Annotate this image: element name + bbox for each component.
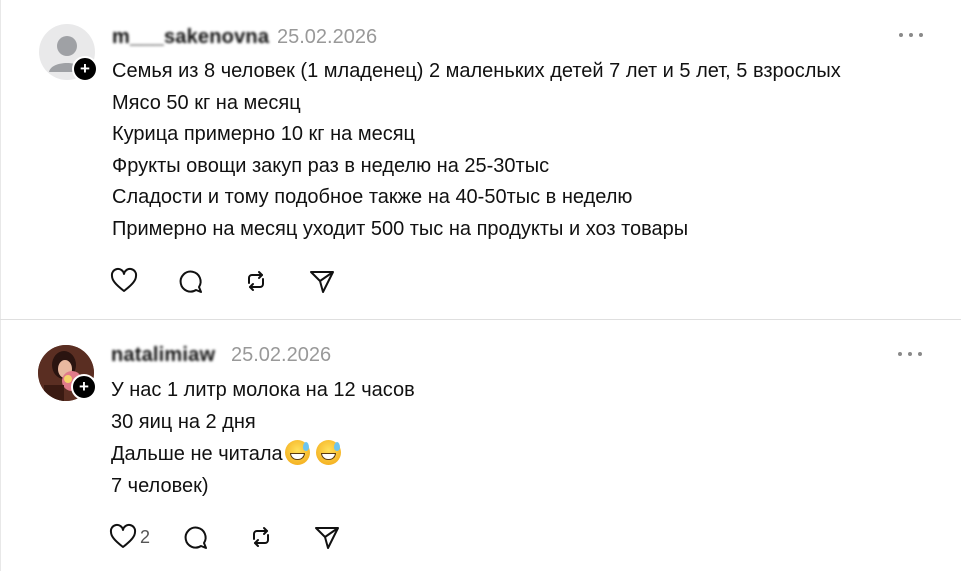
- post: + m___sakenovna 25.02.2026 Семья из 8 че…: [0, 0, 961, 319]
- grinning-sweat-emoji: [315, 440, 341, 465]
- reply-button[interactable]: [180, 522, 210, 552]
- text-line: Примерно на месяц уходит 500 тыс на прод…: [112, 217, 689, 240]
- post-text: У нас 1 литр молока на 12 часов 30 яиц н…: [111, 374, 415, 502]
- text-line: 30 яиц на 2 дня: [111, 411, 256, 433]
- comment-icon: [184, 526, 208, 549]
- text-line: Семья из 8 человек (1 младенец) 2 малень…: [112, 60, 841, 82]
- like-count: 2: [140, 526, 151, 547]
- heart-icon: [110, 267, 138, 292]
- text-line: Фрукты овощи закуп раз в неделю на 25-30…: [112, 154, 550, 177]
- text-line: Мясо 50 кг на месяц: [112, 91, 301, 114]
- text-line: Курица примерно 10 кг на месяц: [112, 123, 415, 145]
- more-dots-icon[interactable]: [899, 33, 923, 39]
- share-button[interactable]: [312, 522, 342, 552]
- share-button[interactable]: [307, 266, 337, 296]
- repost-icon: [253, 527, 270, 547]
- repost-button[interactable]: [241, 266, 271, 296]
- comment-icon: [179, 270, 202, 293]
- like-button[interactable]: 2: [108, 522, 150, 552]
- text-line-content: Дальше не читала: [111, 443, 283, 465]
- post-text: Семья из 8 человек (1 младенец) 2 малень…: [112, 56, 841, 245]
- repost-button[interactable]: [246, 522, 276, 552]
- grinning-sweat-emoji: [284, 440, 310, 465]
- send-icon: [315, 527, 340, 549]
- text-line: Дальше не читала: [111, 438, 415, 470]
- like-button[interactable]: [109, 266, 139, 296]
- post-date: 25.02.2026: [231, 344, 332, 366]
- action-bar: 2: [108, 521, 378, 553]
- send-icon: [310, 271, 334, 293]
- heart-icon: [109, 523, 137, 548]
- follow-plus-icon[interactable]: +: [72, 56, 98, 82]
- post-date: 25.02.2026: [277, 26, 378, 48]
- text-line: Сладости и тому подобное также на 40-50т…: [112, 186, 633, 208]
- follow-plus-icon[interactable]: +: [71, 374, 97, 400]
- more-dots-icon[interactable]: [898, 352, 922, 358]
- text-line: 7 человек): [111, 475, 209, 497]
- username[interactable]: natalimiaw: [111, 344, 215, 367]
- text-line: У нас 1 литр молока на 12 часов: [111, 379, 415, 401]
- repost-icon: [248, 271, 264, 291]
- action-bar: [109, 265, 373, 297]
- username[interactable]: m___sakenovna: [112, 26, 269, 49]
- reply-button[interactable]: [175, 266, 205, 296]
